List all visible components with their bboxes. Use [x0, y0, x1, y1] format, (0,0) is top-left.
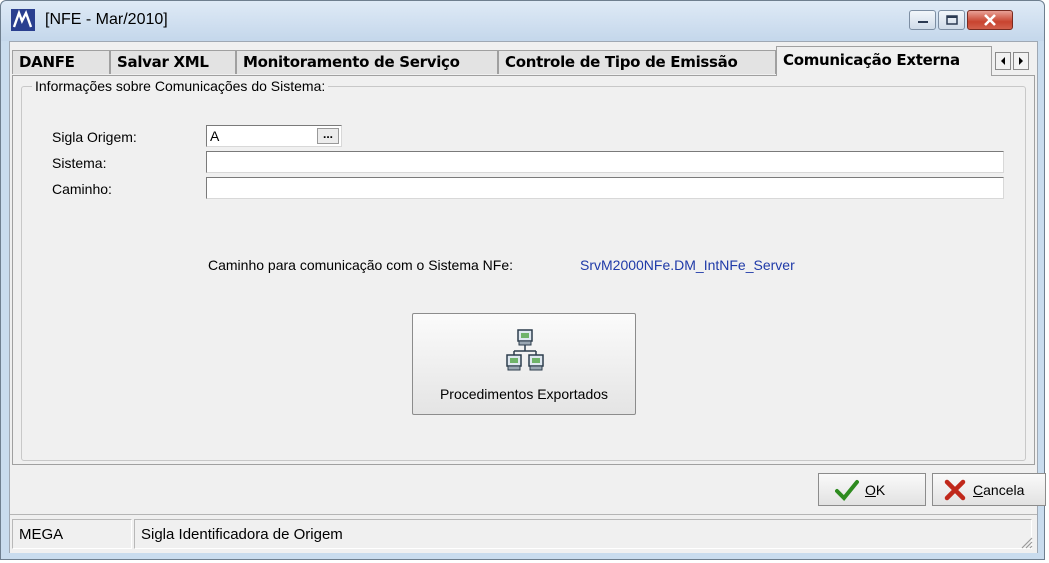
sigla-origem-value: A [210, 128, 220, 144]
tab-scroll-right-button[interactable] [1013, 52, 1029, 70]
ok-label-rest: K [875, 481, 886, 498]
procedimentos-exportados-button[interactable]: Procedimentos Exportados [412, 313, 636, 415]
maximize-button[interactable] [938, 10, 965, 30]
sistema-field[interactable] [206, 151, 1004, 173]
status-panel-company: MEGA [12, 519, 132, 549]
tab-controle-tipo-emissao[interactable]: Controle de Tipo de Emissão [498, 50, 776, 74]
arrow-right-icon [1019, 57, 1023, 65]
comm-path-value: SrvM2000NFe.DM_IntNFe_Server [580, 257, 795, 273]
ok-label: OK [865, 482, 885, 498]
dialog-client: DANFE Salvar XML Monitoramento de Serviç… [9, 41, 1046, 553]
tab-danfe[interactable]: DANFE [12, 50, 110, 74]
status-panel-hint: Sigla Identificadora de Origem [134, 519, 1032, 549]
tab-comunicacao-externa[interactable]: Comunicação Externa [776, 46, 992, 76]
status-bar: MEGA Sigla Identificadora de Origem [10, 514, 1037, 553]
tab-page-comunicacao-externa: Informações sobre Comunicações do Sistem… [12, 75, 1035, 465]
minimize-button[interactable] [909, 10, 936, 30]
procedimentos-exportados-label: Procedimentos Exportados [439, 386, 609, 402]
cancel-label-rest: ancela [983, 481, 1025, 498]
dialog-footer: OK Cancela [10, 468, 1046, 510]
close-button[interactable] [967, 10, 1013, 30]
tab-salvar-xml[interactable]: Salvar XML [110, 50, 236, 74]
communications-groupbox: Informações sobre Comunicações do Sistem… [21, 78, 1026, 461]
checkmark-icon [835, 479, 859, 501]
tab-monitoramento-servico[interactable]: Monitoramento de Serviço [236, 50, 498, 74]
close-icon [984, 14, 996, 26]
cancel-mnemonic: C [973, 481, 984, 498]
resize-grip-icon[interactable] [1019, 535, 1033, 549]
dialog-window: [NFE - Mar/2010] DANFE Salvar XML Monito… [0, 0, 1046, 560]
network-computers-icon [506, 329, 544, 371]
cancel-button[interactable]: Cancela [932, 473, 1046, 506]
comm-path-label: Caminho para comunicação com o Sistema N… [208, 257, 514, 273]
ok-mnemonic: O [865, 481, 876, 498]
cancel-label: Cancela [973, 482, 1024, 498]
sigla-origem-field[interactable]: A ... [206, 125, 342, 147]
tab-scroll-left-button[interactable] [995, 52, 1011, 70]
sigla-lookup-button[interactable]: ... [317, 128, 339, 144]
x-mark-icon [944, 479, 966, 500]
mega-logo-icon [11, 9, 35, 31]
window-title: [NFE - Mar/2010] [45, 11, 168, 28]
sigla-origem-label: Sigla Origem: [52, 129, 137, 145]
title-bar[interactable]: [NFE - Mar/2010] [1, 1, 1044, 41]
sistema-label: Sistema: [52, 155, 107, 171]
caminho-label: Caminho: [52, 181, 112, 197]
caminho-field[interactable] [206, 177, 1004, 199]
arrow-left-icon [1001, 57, 1005, 65]
tab-strip: DANFE Salvar XML Monitoramento de Serviç… [10, 42, 1037, 76]
minimize-icon [917, 21, 928, 23]
ok-button[interactable]: OK [818, 473, 926, 506]
group-title: Informações sobre Comunicações do Sistem… [32, 78, 329, 94]
maximize-icon [945, 15, 958, 25]
